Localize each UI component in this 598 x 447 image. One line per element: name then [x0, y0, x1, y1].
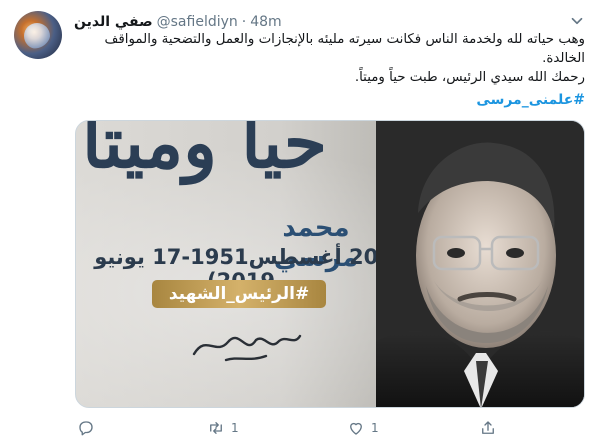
chevron-down-icon[interactable]: [568, 12, 586, 30]
retweet-count: 1: [231, 421, 239, 435]
share-button[interactable]: [479, 417, 503, 439]
reply-button[interactable]: [77, 417, 101, 439]
tweet-media-image[interactable]: حياً وميتاً محمد مرسي (20 أغسطس1951-17 ي…: [75, 120, 585, 408]
user-handle[interactable]: @safieldiyn: [157, 14, 238, 30]
hashtag-link[interactable]: #علمنى_مرسى: [75, 92, 585, 108]
avatar[interactable]: [14, 11, 62, 59]
retweet-button[interactable]: 1: [207, 417, 239, 439]
tweet-actions: 1 1: [75, 417, 585, 439]
like-count: 1: [371, 421, 379, 435]
display-name[interactable]: صفي الدين: [74, 14, 153, 30]
signature-icon: [192, 334, 302, 362]
poster-badge: #الرئيس_الشهيد: [152, 280, 326, 308]
like-icon: [350, 422, 362, 435]
timestamp[interactable]: 48m: [250, 14, 281, 30]
like-button[interactable]: 1: [347, 417, 379, 439]
portrait-image: [376, 121, 584, 407]
tweet-text-line-1: وهب حياته لله ولخدمة الناس فكانت سيرته م…: [104, 32, 586, 66]
tweet[interactable]: صفي الدين @safieldiyn · 48m وهب حياته لل…: [0, 0, 598, 447]
reply-icon: [79, 421, 93, 436]
share-icon: [482, 421, 494, 434]
tweet-text-line-2: رحمك الله سيدي الرئيس، طبت حياً وميتاً.: [354, 70, 585, 85]
tweet-text: وهب حياته لله ولخدمة الناس فكانت سيرته م…: [75, 30, 586, 87]
separator-dot: ·: [241, 14, 247, 30]
background-calligraphy: حياً وميتاً: [82, 120, 327, 184]
retweet-icon: [210, 422, 222, 434]
